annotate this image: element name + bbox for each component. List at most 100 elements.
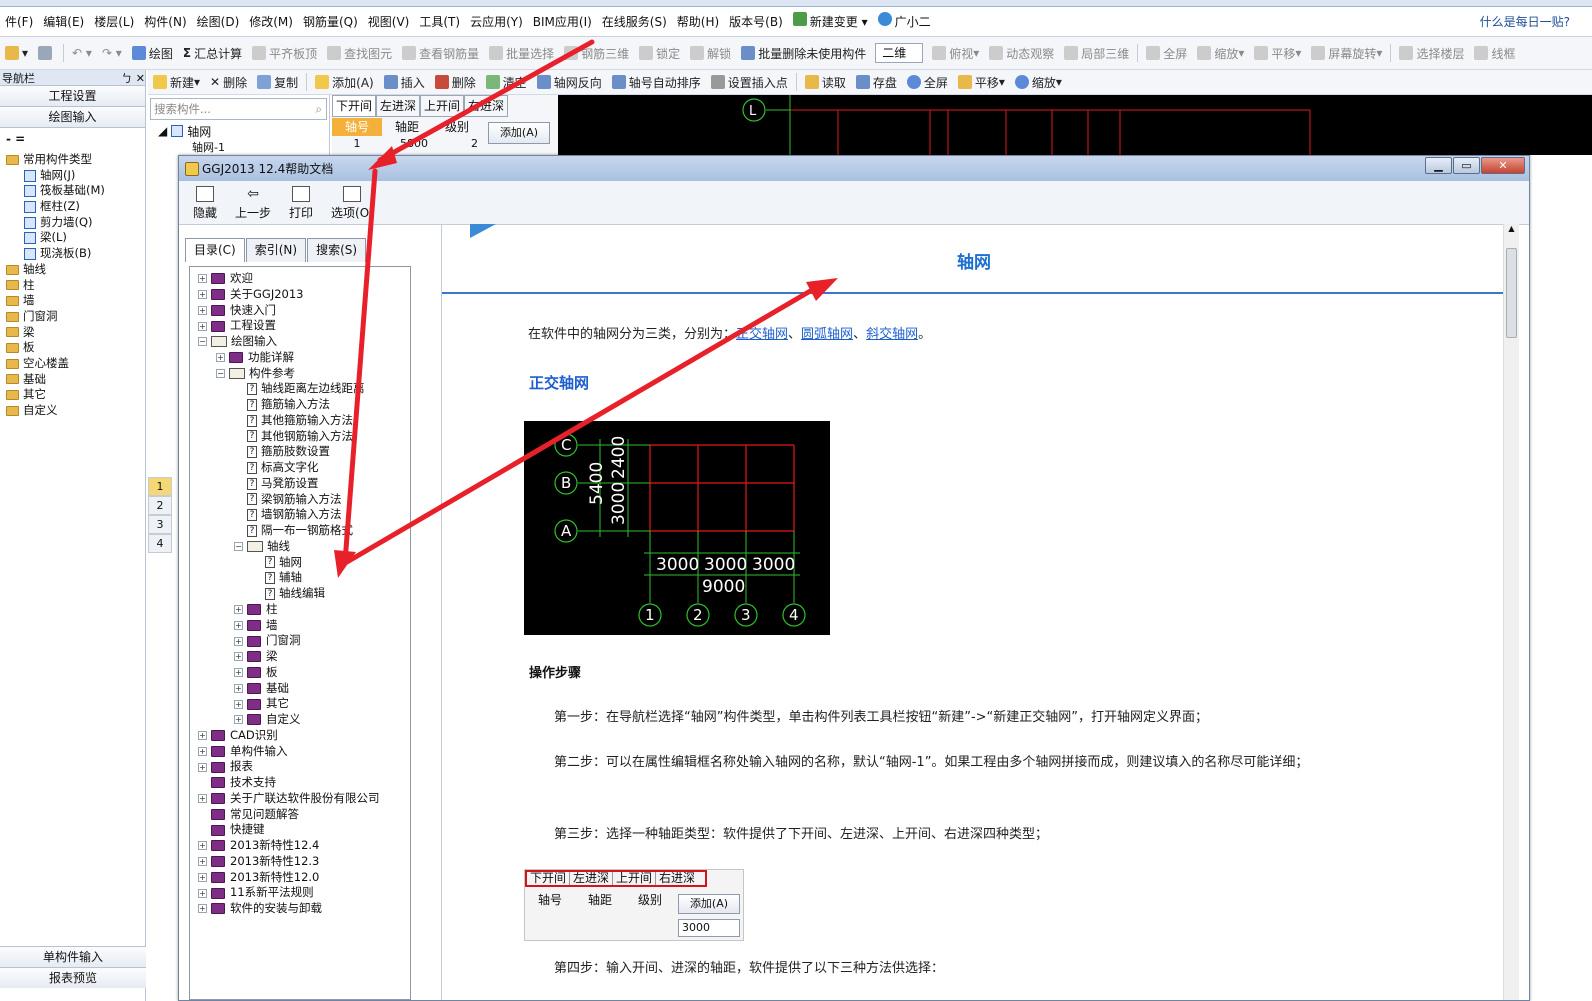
expand-icon[interactable]: + — [198, 762, 207, 772]
cad-canvas[interactable]: L — [558, 95, 1592, 155]
nav-tree-item[interactable]: 常用构件类型 — [2, 152, 145, 168]
zoom-button[interactable]: 缩放 ▾ — [1192, 37, 1249, 69]
tree-child-axisgrid-1[interactable]: 轴网-1 — [148, 139, 329, 153]
tab-contents[interactable]: 目录(C) — [185, 238, 245, 262]
summary-calc-button[interactable]: Σ 汇总计算 — [178, 37, 247, 69]
row-number[interactable]: 3 — [148, 515, 172, 534]
nav-tree-item[interactable]: 现浇板(B) — [2, 246, 145, 262]
nav-tree-item[interactable]: 空心楼盖 — [2, 356, 145, 372]
toc-item[interactable]: + 板 — [190, 665, 410, 681]
open-button[interactable]: ▾ — [0, 37, 33, 69]
menu-draw[interactable]: 绘图(D) — [192, 7, 245, 37]
unlock-button[interactable]: 解锁 — [685, 37, 736, 69]
toc-item[interactable]: + 软件的安装与卸载 — [190, 901, 410, 917]
row-number[interactable]: 4 — [148, 534, 172, 553]
toc-item[interactable]: − 轴线 — [190, 539, 410, 555]
expand-icon[interactable]: + — [234, 636, 243, 646]
report-preview-button[interactable]: 报表预览 — [0, 967, 146, 988]
row-number[interactable]: 2 — [148, 496, 172, 515]
delete-row-button[interactable]: 删除 — [430, 70, 481, 94]
top-view-button[interactable]: 俯视 ▾ — [927, 37, 984, 69]
batch-delete-unused-button[interactable]: 批量删除未使用构件 — [736, 37, 871, 69]
toc-item[interactable]: + 柱 — [190, 602, 410, 618]
scroll-up-arrow[interactable]: ▲ — [1504, 224, 1519, 238]
toc-item[interactable]: + 功能详解 — [190, 350, 410, 366]
nav-tree-item[interactable]: 剪力墙(Q) — [2, 215, 145, 231]
toc-item[interactable]: 常见问题解答 — [190, 807, 410, 823]
local-3d-button[interactable]: 局部三维 — [1059, 37, 1134, 69]
expand-icon[interactable]: + — [216, 353, 225, 363]
content-scrollbar[interactable]: ▲ — [1503, 224, 1519, 1000]
nav-pin-close-icon[interactable]: ㄅ ✕ — [121, 70, 145, 85]
link-orthogonal-grid[interactable]: 正交轴网 — [736, 327, 788, 342]
collapse-icon[interactable]: − — [234, 542, 243, 552]
expand-icon[interactable]: + — [198, 731, 207, 741]
toc-item[interactable]: + 梁 — [190, 649, 410, 665]
expand-icon[interactable]: + — [198, 321, 207, 331]
set-insert-point-button[interactable]: 设置插入点 — [706, 70, 793, 94]
expand-icon[interactable]: + — [198, 872, 207, 882]
link-oblique-grid[interactable]: 斜交轴网 — [866, 327, 918, 342]
collapse-icon[interactable]: − — [198, 337, 207, 347]
single-component-input-button[interactable]: 单构件输入 — [0, 946, 146, 967]
view-mode-select[interactable]: 二维 — [875, 43, 924, 63]
minimize-button[interactable]: ▁ — [1425, 157, 1452, 174]
toc-item[interactable]: 快捷键 — [190, 822, 410, 838]
row-number[interactable]: 1 — [148, 477, 172, 496]
add-row-button[interactable]: 添加(A) — [310, 70, 379, 94]
nav-tree-item[interactable]: 梁(L) — [2, 230, 145, 246]
toc-item[interactable]: ? 隔一布一钢筋格式 — [190, 523, 410, 539]
toc-item[interactable]: + 关于广联达软件股份有限公司 — [190, 791, 410, 807]
canvas-zoom-button[interactable]: 缩放 ▾ — [1010, 70, 1067, 94]
axis-tab[interactable]: 左进深 — [376, 95, 421, 117]
dynamic-orbit-button[interactable]: 动态观察 — [984, 37, 1059, 69]
find-element-button[interactable]: 查找图元 — [322, 37, 397, 69]
screen-rotate-button[interactable]: 屏幕旋转 ▾ — [1306, 37, 1387, 69]
read-button[interactable]: 读取 — [800, 70, 851, 94]
menu-online[interactable]: 在线服务(S) — [597, 7, 672, 37]
toc-item[interactable]: ? 轴线距离左边线距离 — [190, 381, 410, 397]
toc-item[interactable]: + 墙 — [190, 618, 410, 634]
menu-file[interactable]: 件(F) — [0, 7, 38, 37]
menu-version[interactable]: 版本号(B) — [724, 7, 788, 37]
expand-icon[interactable]: + — [198, 841, 207, 851]
lock-button[interactable]: 锁定 — [634, 37, 685, 69]
store-button[interactable]: 存盘 — [851, 70, 902, 94]
toc-item[interactable]: ? 辅轴 — [190, 570, 410, 586]
expand-icon[interactable]: + — [234, 668, 243, 678]
hide-button[interactable]: 隐藏 — [193, 186, 217, 221]
back-button[interactable]: ⇦ 上一步 — [235, 186, 271, 221]
daily-tip-link[interactable]: 什么是每日一贴? — [1480, 13, 1592, 30]
axis-tab[interactable]: 右进深 — [464, 95, 509, 117]
toc-item[interactable]: + 工程设置 — [190, 318, 410, 334]
toc-item[interactable]: ? 其他箍筋输入方法 — [190, 413, 410, 429]
undo-button[interactable]: ↶ ▾ — [67, 37, 97, 69]
menu-floor[interactable]: 楼层(L) — [89, 7, 139, 37]
nav-tree-item[interactable]: 框柱(Z) — [2, 199, 145, 215]
clear-button[interactable]: 清空 — [481, 70, 532, 94]
axis-tab[interactable]: 下开间 — [332, 95, 377, 117]
batch-select-button[interactable]: 批量选择 — [484, 37, 559, 69]
flush-slab-top-button[interactable]: 平齐板顶 — [247, 37, 322, 69]
nav-tree-item[interactable]: 门窗洞 — [2, 309, 145, 325]
rebar-3d-button[interactable]: 钢筋三维 — [559, 37, 634, 69]
save-button[interactable] — [33, 37, 60, 69]
toc-item[interactable]: ? 其他钢筋输入方法 — [190, 429, 410, 445]
tab-search[interactable]: 搜索(S) — [307, 238, 367, 262]
menu-help[interactable]: 帮助(H) — [672, 7, 724, 37]
copy-component-button[interactable]: 复制 — [252, 70, 303, 94]
expand-icon[interactable]: + — [234, 620, 243, 630]
menu-tools[interactable]: 工具(T) — [414, 7, 465, 37]
menu-bim[interactable]: BIM应用(I) — [528, 7, 597, 37]
toc-item[interactable]: 技术支持 — [190, 775, 410, 791]
toc-item[interactable]: + 欢迎 — [190, 271, 410, 287]
print-button[interactable]: 打印 — [289, 186, 313, 221]
nav-tree-item[interactable]: 筏板基础(M) — [2, 183, 145, 199]
expand-icon[interactable]: + — [198, 888, 207, 898]
menu-assistant[interactable]: 广小二 — [873, 7, 936, 37]
expand-icon[interactable]: + — [198, 857, 207, 867]
expand-icon[interactable]: + — [198, 305, 207, 315]
toc-item[interactable]: +2013新特性12.3 — [190, 854, 410, 870]
fullscreen-button[interactable]: 全屏 — [1141, 37, 1192, 69]
menu-cloud[interactable]: 云应用(Y) — [465, 7, 528, 37]
